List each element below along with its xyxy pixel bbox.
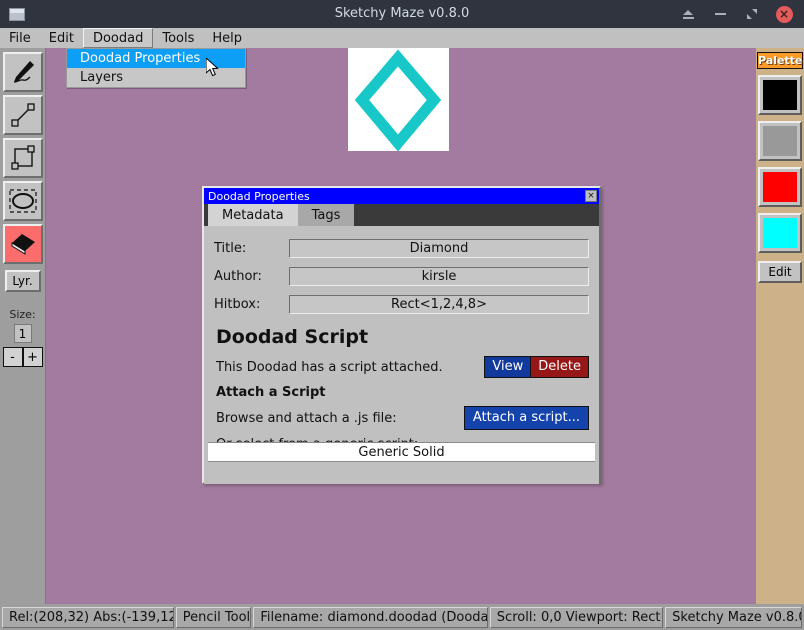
attach-heading-row: Attach a Script xyxy=(216,382,589,402)
palette-inner: Palette Edit xyxy=(756,48,804,604)
menu-item-file[interactable]: File xyxy=(0,28,40,48)
shade-icon xyxy=(682,9,694,19)
dialog-close-button[interactable]: × xyxy=(585,190,597,202)
doodad-properties-dialog: Doodad Properties × Metadata Tags Title:… xyxy=(202,186,601,484)
palette-panel: Palette Edit xyxy=(747,48,804,604)
window-icon xyxy=(9,7,25,21)
tab-metadata[interactable]: Metadata xyxy=(208,204,298,226)
rectangle-tool-button[interactable] xyxy=(2,138,43,178)
minimize-icon xyxy=(714,13,726,15)
status-coordinates: Rel:(208,32) Abs:(-139,12) xyxy=(2,606,174,628)
application-window: Sketchy Maze v0.8.0 × File Edit Doodad T… xyxy=(0,0,804,630)
tab-tags[interactable]: Tags xyxy=(297,204,355,226)
ellipse-icon xyxy=(8,189,37,213)
doodad-dropdown-menu: Doodad Properties Layers xyxy=(66,48,246,88)
menu-option-layers[interactable]: Layers xyxy=(67,68,245,87)
size-increment-button[interactable]: + xyxy=(22,347,43,367)
pencil-icon xyxy=(13,61,34,83)
size-decrement-button[interactable]: - xyxy=(2,347,23,367)
menu-item-tools[interactable]: Tools xyxy=(153,28,203,48)
ellipse-tool-button[interactable] xyxy=(2,181,43,221)
swatch-red-color xyxy=(763,172,797,202)
status-bar: Rel:(208,32) Abs:(-139,12) Pencil Tool F… xyxy=(0,604,804,630)
eraser-icon xyxy=(11,234,35,255)
size-value: 1 xyxy=(13,324,32,343)
doodad-script-heading: Doodad Script xyxy=(216,326,369,348)
dialog-titlebar[interactable]: Doodad Properties × xyxy=(204,188,599,204)
hitbox-label: Hitbox: xyxy=(214,296,261,312)
browse-script-text: Browse and attach a .js file: xyxy=(216,410,397,426)
title-input[interactable]: Diamond xyxy=(289,238,589,258)
delete-script-button[interactable]: Delete xyxy=(531,356,589,378)
menu-item-doodad[interactable]: Doodad xyxy=(82,28,154,48)
status-scroll-viewport: Scroll: 0,0 Viewport: Rect< xyxy=(489,606,664,628)
window-shade-button[interactable] xyxy=(672,0,704,28)
maximize-icon xyxy=(747,9,757,19)
palette-edit-button[interactable]: Edit xyxy=(758,261,802,283)
line-icon xyxy=(10,103,35,127)
close-icon: × xyxy=(775,5,793,23)
dialog-tab-bar: Metadata Tags xyxy=(204,204,599,226)
diamond-shape xyxy=(354,49,442,152)
field-row-title: Title: Diamond xyxy=(214,236,589,260)
swatch-gray[interactable] xyxy=(758,121,802,161)
doodad-canvas[interactable] xyxy=(348,48,449,152)
window-titlebar: Sketchy Maze v0.8.0 × xyxy=(0,0,804,28)
line-tool-button[interactable] xyxy=(2,95,43,135)
size-label: Size: xyxy=(9,308,36,321)
size-stepper: - + xyxy=(0,347,45,367)
view-script-button[interactable]: View xyxy=(484,356,532,378)
dialog-title: Doodad Properties xyxy=(208,189,310,203)
left-toolbar: Lyr. Size: 1 - + xyxy=(0,48,46,604)
generic-script-select[interactable]: Generic Solid xyxy=(208,442,595,462)
status-version: Sketchy Maze v0.8.0 xyxy=(665,606,803,628)
title-label: Title: xyxy=(214,240,247,256)
window-close-button[interactable]: × xyxy=(768,0,800,28)
author-label: Author: xyxy=(214,268,262,284)
eraser-tool-button[interactable] xyxy=(2,224,43,264)
swatch-gray-color xyxy=(763,126,797,156)
field-row-author: Author: kirsle xyxy=(214,264,589,288)
attach-script-heading: Attach a Script xyxy=(216,384,326,400)
rectangle-icon xyxy=(10,145,35,170)
swatch-black-color xyxy=(763,80,797,110)
status-tool: Pencil Tool xyxy=(175,606,252,628)
window-maximize-button[interactable] xyxy=(736,0,768,28)
script-status-row: This Doodad has a script attached. View … xyxy=(216,356,589,378)
swatch-cyan[interactable] xyxy=(758,213,802,253)
menu-bar: File Edit Doodad Tools Help xyxy=(0,28,804,48)
dialog-body: Title: Diamond Author: kirsle Hitbox: Re… xyxy=(204,226,599,484)
window-minimize-button[interactable] xyxy=(704,0,736,28)
pencil-tool-button[interactable] xyxy=(2,52,43,92)
swatch-red[interactable] xyxy=(758,167,802,207)
palette-header: Palette xyxy=(757,52,803,69)
script-status-text: This Doodad has a script attached. xyxy=(216,359,443,375)
menu-option-doodad-properties[interactable]: Doodad Properties xyxy=(67,49,245,68)
browse-row: Browse and attach a .js file: Attach a s… xyxy=(216,406,589,430)
menu-item-edit[interactable]: Edit xyxy=(40,28,83,48)
author-input[interactable]: kirsle xyxy=(289,266,589,286)
field-row-hitbox: Hitbox: Rect<1,2,4,8> xyxy=(214,292,589,316)
attach-script-button[interactable]: Attach a script... xyxy=(463,406,589,430)
menu-item-help[interactable]: Help xyxy=(203,28,251,48)
window-controls: × xyxy=(672,0,800,28)
swatch-black[interactable] xyxy=(758,75,802,115)
layers-button[interactable]: Lyr. xyxy=(4,270,41,292)
swatch-cyan-color xyxy=(763,218,797,248)
status-filename: Filename: diamond.doodad (Doodad) xyxy=(253,606,488,628)
hitbox-input[interactable]: Rect<1,2,4,8> xyxy=(289,294,589,314)
